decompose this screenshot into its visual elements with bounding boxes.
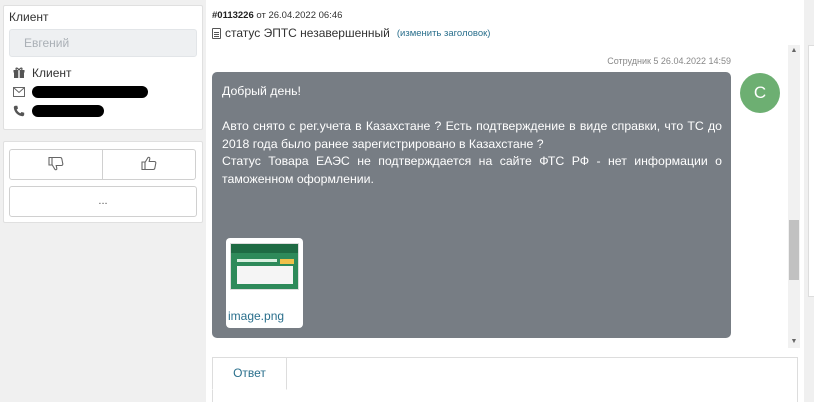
attachment-filename-link[interactable]: image.png [228, 309, 284, 323]
client-email-row [13, 86, 148, 98]
message-scrollbar[interactable]: ▲ ▼ [788, 45, 800, 348]
ticket-number: #0113226 [212, 10, 254, 21]
message-text: Добрый день! Авто снято с рег.учета в Ка… [222, 83, 722, 188]
ticket-header: #0113226 от 26.04.2022 06:46 [212, 10, 342, 21]
thumbs-down-button[interactable] [9, 149, 103, 180]
redacted-email [32, 86, 148, 98]
ticket-date: от 26.04.2022 06:46 [256, 10, 343, 21]
reply-editor[interactable]: Ответ [212, 357, 798, 402]
client-phone-row [13, 105, 104, 117]
scroll-down-arrow-icon[interactable]: ▼ [788, 336, 800, 348]
rating-panel: ... [3, 141, 203, 223]
phone-icon [13, 105, 25, 117]
thumbs-down-icon [48, 156, 64, 174]
gift-icon [13, 67, 25, 79]
tab-reply[interactable]: Ответ [212, 357, 287, 390]
document-icon [212, 27, 221, 39]
ticket-view: #0113226 от 26.04.2022 06:46 статус ЭПТС… [206, 0, 804, 402]
redacted-phone [32, 105, 104, 117]
ticket-subject: статус ЭПТС незавершенный [225, 26, 390, 40]
client-panel-title: Клиент [9, 10, 49, 24]
mail-icon [13, 86, 25, 98]
message-bubble: Добрый день! Авто снято с рег.учета в Ка… [212, 72, 731, 338]
thumbs-up-icon [141, 156, 157, 174]
client-type-row: Клиент [13, 66, 72, 80]
client-type-label: Клиент [32, 66, 72, 80]
message-sender: Сотрудник 5 26.04.2022 14:59 [607, 56, 731, 66]
client-name-field[interactable]: Евгений [9, 29, 197, 57]
edit-subject-link[interactable]: (изменить заголовок) [397, 28, 491, 39]
scroll-thumb[interactable] [789, 220, 799, 280]
attachment-thumbnail[interactable] [230, 243, 299, 290]
right-panel-edge [808, 45, 814, 297]
thumbs-up-button[interactable] [102, 149, 196, 180]
avatar: С [740, 73, 780, 113]
ticket-subject-row: статус ЭПТС незавершенный (изменить заго… [212, 26, 490, 40]
message-line: Добрый день! [222, 84, 301, 98]
client-panel: Клиент Евгений Клиент [3, 5, 203, 130]
message-list: Сотрудник 5 26.04.2022 14:59 Добрый день… [206, 45, 804, 348]
attachment-card[interactable]: image.png [226, 238, 303, 328]
more-button[interactable]: ... [9, 186, 197, 217]
message-line: Статус Товара ЕАЭС не подтверждается на … [222, 154, 722, 186]
scroll-up-arrow-icon[interactable]: ▲ [788, 45, 800, 57]
message-line: Авто снято с рег.учета в Казахстане ? Ес… [222, 119, 722, 151]
